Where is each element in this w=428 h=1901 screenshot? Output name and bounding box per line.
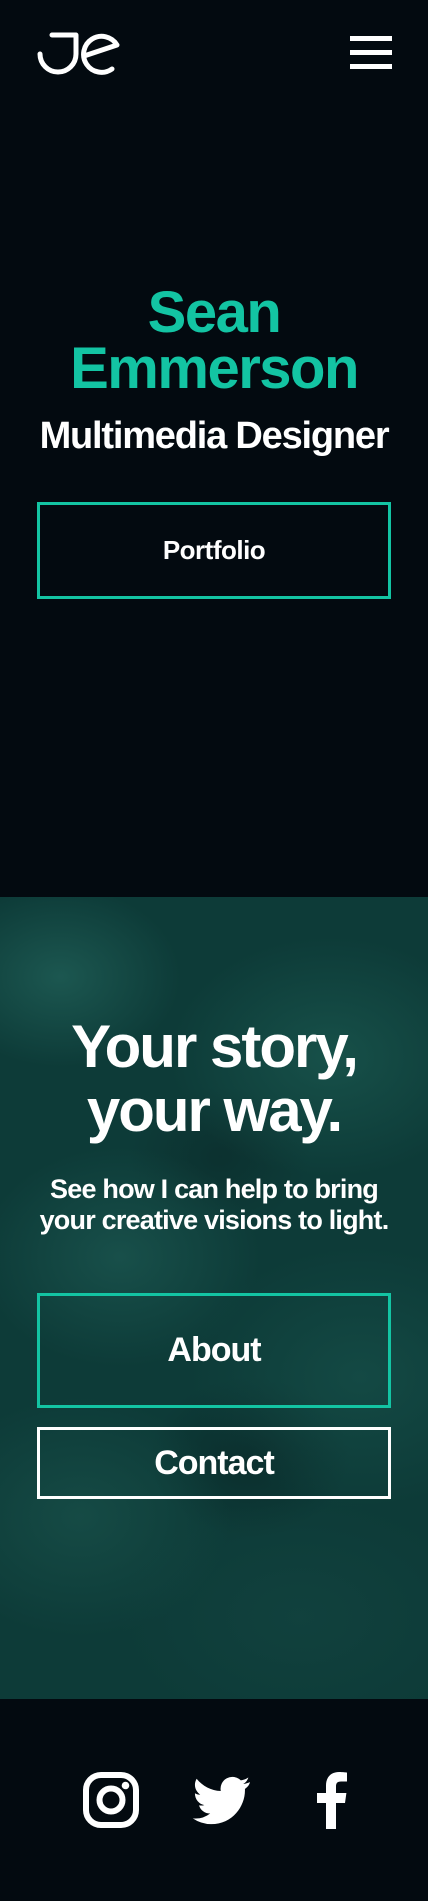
story-subtitle-line1: See how I can help to bring bbox=[50, 1174, 379, 1204]
story-subtitle-line2: your creative visions to light. bbox=[39, 1205, 390, 1235]
about-button[interactable]: About bbox=[37, 1293, 391, 1408]
je-logo[interactable] bbox=[36, 32, 120, 76]
menu-bar bbox=[350, 64, 392, 69]
story-title-line1: Your story, bbox=[71, 1013, 359, 1080]
hero-name: Sean Emmerson bbox=[0, 280, 428, 401]
hero-first-name: Sean bbox=[147, 280, 282, 345]
contact-button[interactable]: Contact bbox=[37, 1427, 391, 1499]
menu-bar bbox=[350, 36, 392, 41]
site-header bbox=[0, 0, 428, 110]
story-title: Your story, your way. bbox=[0, 1015, 428, 1143]
portfolio-button[interactable]: Portfolio bbox=[37, 502, 391, 599]
site-footer bbox=[0, 1699, 428, 1901]
facebook-icon[interactable] bbox=[310, 1771, 350, 1829]
hamburger-menu-icon[interactable] bbox=[350, 36, 392, 70]
twitter-icon[interactable] bbox=[192, 1771, 252, 1829]
menu-bar bbox=[350, 50, 392, 55]
story-title-line2: your way. bbox=[86, 1077, 343, 1144]
instagram-icon[interactable] bbox=[82, 1771, 140, 1829]
hero-last-name: Emmerson bbox=[70, 336, 359, 401]
hero-role: Multimedia Designer bbox=[39, 415, 390, 457]
story-section: Your story, your way. See how I can help… bbox=[0, 897, 428, 1699]
story-subtitle: See how I can help to bring your creativ… bbox=[0, 1174, 428, 1236]
